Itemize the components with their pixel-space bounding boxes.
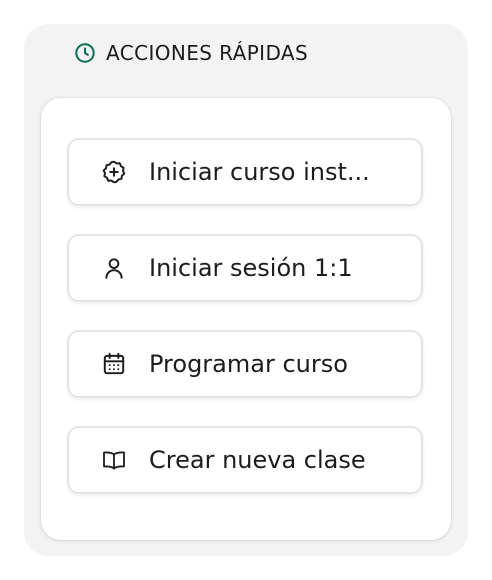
- plus-badge-icon: [101, 159, 127, 185]
- actions-card: Iniciar curso inst... Iniciar sesión 1:1: [41, 98, 451, 540]
- action-label: Crear nueva clase: [149, 446, 366, 474]
- panel-header: ACCIONES RÁPIDAS: [74, 40, 308, 66]
- book-open-icon: [101, 447, 127, 473]
- start-instant-course-button[interactable]: Iniciar curso inst...: [67, 138, 423, 206]
- calendar-icon: [101, 351, 127, 377]
- user-icon: [101, 255, 127, 281]
- action-label: Programar curso: [149, 350, 348, 378]
- create-new-class-button[interactable]: Crear nueva clase: [67, 426, 423, 494]
- clock-icon: [74, 42, 96, 64]
- schedule-course-button[interactable]: Programar curso: [67, 330, 423, 398]
- start-one-on-one-session-button[interactable]: Iniciar sesión 1:1: [67, 234, 423, 302]
- action-label: Iniciar sesión 1:1: [149, 254, 353, 282]
- quick-actions-panel: ACCIONES RÁPIDAS Iniciar curso inst... I…: [24, 24, 468, 556]
- action-label: Iniciar curso inst...: [149, 158, 370, 186]
- panel-title: ACCIONES RÁPIDAS: [106, 41, 309, 65]
